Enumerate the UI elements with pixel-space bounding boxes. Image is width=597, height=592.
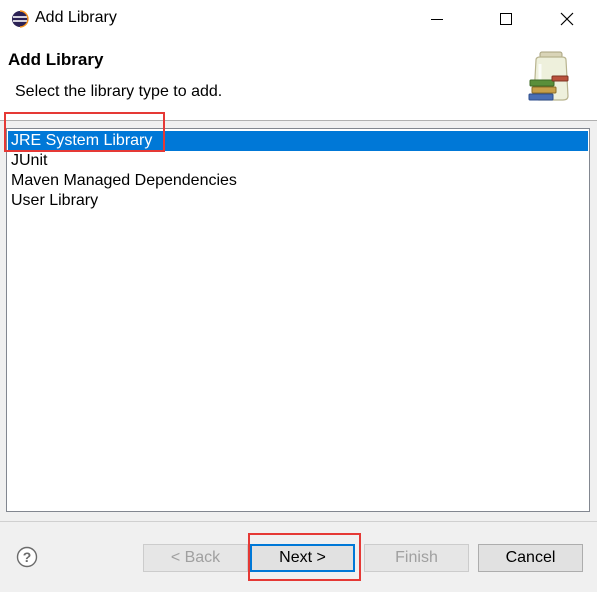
help-icon[interactable]: ?: [16, 546, 38, 568]
close-icon: [560, 12, 574, 26]
page-title: Add Library: [8, 50, 104, 69]
cancel-button[interactable]: Cancel: [478, 544, 583, 572]
finish-button[interactable]: Finish: [364, 544, 469, 572]
wizard-header: Add Library Select the library type to a…: [0, 38, 597, 120]
title-bar: Add Library: [0, 0, 597, 38]
close-button[interactable]: [544, 0, 590, 38]
minimize-button[interactable]: [414, 0, 460, 38]
minimize-icon: [431, 19, 443, 20]
library-type-list[interactable]: JRE System Library JUnit Maven Managed D…: [6, 128, 590, 512]
library-jar-icon: [528, 51, 569, 101]
next-button[interactable]: Next >: [250, 544, 355, 572]
back-button[interactable]: < Back: [143, 544, 248, 572]
window-title: Add Library: [35, 9, 117, 26]
maximize-button[interactable]: [483, 0, 529, 38]
list-item-jre-system-library[interactable]: JRE System Library: [8, 131, 588, 151]
list-item-maven-managed-dependencies[interactable]: Maven Managed Dependencies: [8, 171, 588, 191]
page-description: Select the library type to add.: [15, 83, 223, 100]
eclipse-icon: [12, 10, 29, 28]
maximize-icon: [500, 13, 512, 25]
svg-text:?: ?: [23, 549, 32, 565]
list-item-junit[interactable]: JUnit: [8, 151, 588, 171]
list-item-user-library[interactable]: User Library: [8, 191, 588, 211]
